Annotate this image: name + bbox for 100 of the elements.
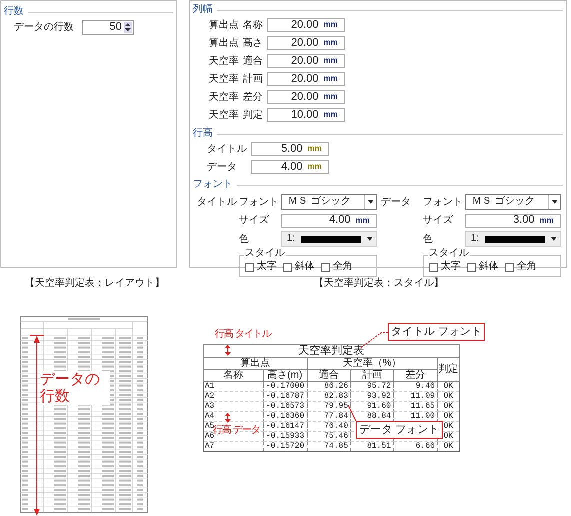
checkbox-label: 斜体 — [479, 262, 499, 272]
section-title: 行数 — [4, 7, 24, 17]
figure-caption: 【天空率判定表：レイアウト】 — [24, 276, 166, 291]
callout-label: タイトル フォント — [388, 323, 485, 341]
number-field[interactable]: 4.00 mm — [251, 160, 329, 174]
table-title: 天空率判定表 — [204, 344, 460, 358]
table-cell: 86.26 — [307, 382, 351, 392]
checkbox[interactable] — [429, 262, 438, 272]
caret-icon — [367, 237, 373, 241]
field-label: データ — [207, 160, 238, 174]
table-cell: OK — [438, 382, 460, 392]
table-cell: -0.17000 — [263, 382, 308, 392]
number-field[interactable]: 20.00 mm — [267, 54, 345, 68]
number-field[interactable]: 4.00 mm — [281, 214, 377, 228]
field-label: 適合 — [242, 54, 264, 68]
checkbox[interactable] — [321, 262, 330, 272]
table-cell: -0.16787 — [263, 392, 308, 402]
field-label: サイズ — [423, 214, 454, 228]
field-label: 高さ — [242, 36, 264, 50]
field-label: 色 — [423, 232, 434, 246]
field-label: 天空率 — [208, 72, 239, 86]
table-cell: 77.84 — [307, 412, 351, 422]
column-header: 計画 — [350, 370, 394, 382]
field-label: データの行数 — [14, 21, 74, 35]
table-cell: A3 — [204, 402, 264, 412]
color-dropdown[interactable]: 1: — [281, 231, 377, 247]
table-cell: 76.40 — [307, 422, 351, 432]
table-cell: A7 — [204, 442, 264, 452]
checkbox[interactable] — [245, 262, 254, 272]
checkbox[interactable] — [283, 262, 292, 272]
column-header: 名称 — [204, 370, 264, 382]
number-field[interactable]: 20.00 mm — [267, 72, 345, 86]
field-label: 差分 — [242, 90, 264, 104]
number-field[interactable]: 20.00 mm — [267, 90, 345, 104]
color-swatch — [485, 236, 545, 242]
leader-line — [348, 405, 357, 421]
caret-icon — [552, 200, 558, 204]
column-header: 高さ(m) — [263, 370, 308, 382]
dimension-arrow-icon — [223, 413, 233, 423]
field-label: 天空率 — [208, 54, 239, 68]
checkbox[interactable] — [505, 262, 514, 272]
table-cell: OK — [438, 402, 460, 412]
checkbox-label: 全角 — [333, 262, 353, 272]
figure-caption: 【天空率判定表：スタイル】 — [313, 276, 445, 291]
field-label: 天空率 — [208, 90, 239, 104]
field-label: データ — [381, 196, 412, 210]
field-label: 名称 — [242, 18, 264, 32]
spinner-arrows-icon[interactable] — [124, 22, 132, 33]
section-title: 列幅 — [193, 5, 213, 15]
dimension-arrow-icon — [223, 345, 233, 356]
column-header: 適合 — [307, 370, 351, 382]
table-cell: 11.09 — [394, 392, 438, 402]
table-cell: -0.15933 — [263, 432, 308, 442]
number-field[interactable]: 5.00 mm — [251, 142, 329, 156]
field-label: サイズ — [239, 214, 270, 228]
table-cell: 91.60 — [350, 402, 394, 412]
table-cell: A2 — [204, 392, 264, 402]
checkbox-label: 太字 — [441, 262, 461, 272]
font-dropdown[interactable]: ＭＳ ゴシック — [281, 194, 377, 210]
section-title: フォント — [193, 180, 233, 190]
table-header: 算出点 — [204, 358, 308, 370]
table-cell: -0.16147 — [263, 422, 308, 432]
number-field[interactable]: 3.00 mm — [465, 214, 561, 228]
font-dropdown[interactable]: ＭＳ ゴシック — [465, 194, 561, 210]
caret-icon — [551, 237, 557, 241]
checkbox[interactable] — [467, 262, 476, 272]
field-label: 判定 — [242, 108, 264, 122]
annotation-label: 行高 タイトル — [215, 329, 271, 340]
annotation-label: データの行数 — [40, 371, 110, 405]
table-cell: 93.92 — [350, 392, 394, 402]
field-label: タイトル — [197, 196, 238, 210]
table-cell: A1 — [204, 382, 264, 392]
table-cell: 75.46 — [307, 432, 351, 442]
table-header: 天空率（%） — [307, 358, 438, 370]
field-label: 色 — [239, 232, 250, 246]
number-field[interactable]: 20.00 mm — [267, 18, 345, 32]
color-swatch — [301, 236, 361, 242]
table-cell: 79.95 — [307, 402, 351, 412]
checkbox-label: 全角 — [517, 262, 537, 272]
table-cell: 9.46 — [394, 382, 438, 392]
field-label: 算出点 — [208, 18, 239, 32]
table-cell: -0.16573 — [263, 402, 308, 412]
number-spinner[interactable]: 50 — [82, 20, 134, 35]
section-title: 行高 — [193, 129, 213, 139]
groupbox-title: スタイル — [244, 249, 286, 259]
field-label: フォント — [423, 196, 464, 210]
color-dropdown[interactable]: 1: — [465, 231, 561, 247]
field-label: 算出点 — [208, 36, 239, 50]
groupbox-title: スタイル — [428, 249, 470, 259]
number-field[interactable]: 10.00 mm — [267, 108, 345, 122]
table-cell: 95.72 — [350, 382, 394, 392]
table-cell: 82.83 — [307, 392, 351, 402]
caret-icon — [368, 200, 374, 204]
column-header: 差分 — [394, 370, 438, 382]
callout-label: データ フォント — [356, 421, 443, 439]
checkbox-label: 太字 — [257, 262, 277, 272]
checkbox-label: 斜体 — [295, 262, 315, 272]
table-header: 判定 — [438, 358, 460, 382]
field-label: タイトル — [207, 142, 248, 156]
number-field[interactable]: 20.00 mm — [267, 36, 345, 50]
